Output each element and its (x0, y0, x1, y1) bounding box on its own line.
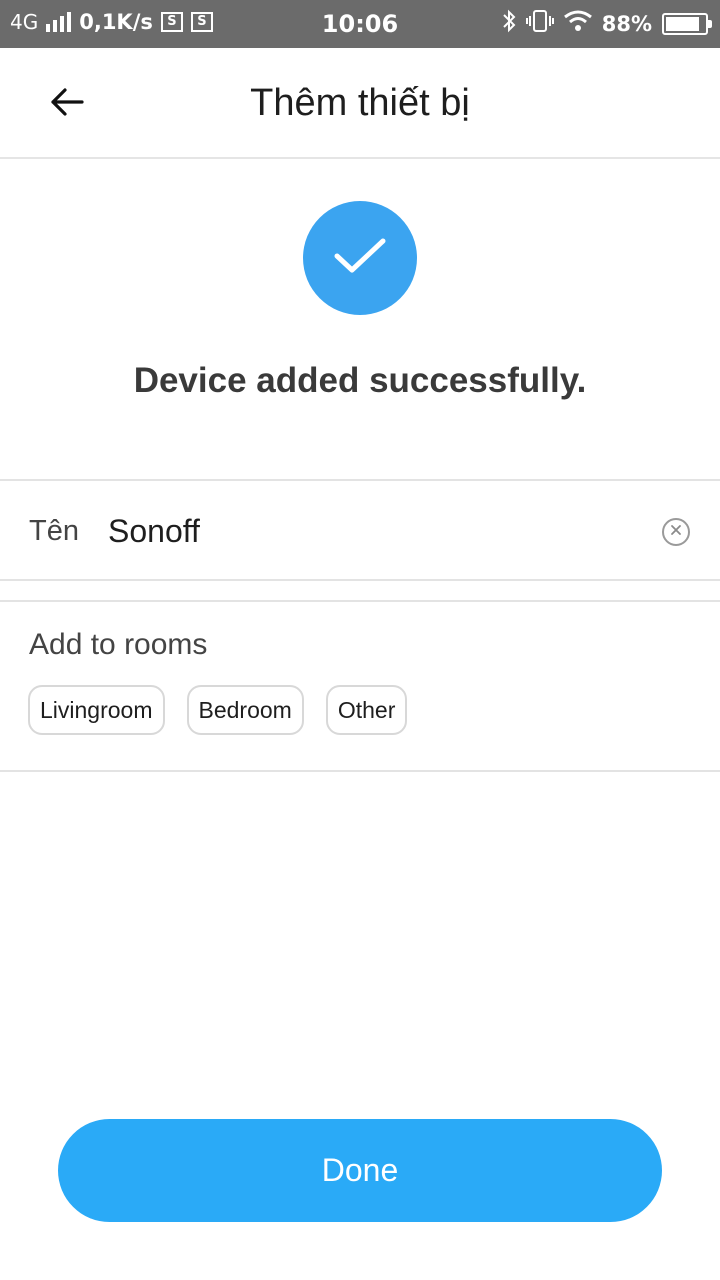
battery-fill (666, 16, 700, 31)
clear-name-button[interactable] (662, 518, 690, 546)
battery-percent: 88% (601, 11, 652, 36)
wifi-icon (563, 10, 592, 37)
battery-icon (662, 12, 712, 35)
checkmark-icon (333, 236, 387, 281)
bluetooth-icon (502, 9, 516, 38)
device-name-input[interactable] (108, 509, 638, 553)
success-badge (303, 201, 417, 315)
room-chip-bedroom[interactable]: Bedroom (186, 685, 304, 735)
clear-circle-icon (669, 523, 683, 542)
status-bar-right: 88% (502, 9, 712, 38)
app-header: Thêm thiết bị (0, 48, 720, 159)
success-message: Device added successfully. (133, 361, 587, 400)
room-chip-other[interactable]: Other (325, 685, 408, 735)
status-bar: 4G 0,1K/s S S 10:06 88% (0, 0, 720, 48)
page-title: Thêm thiết bị (250, 82, 470, 124)
rooms-section: Add to rooms Livingroom Bedroom Other (0, 600, 720, 772)
device-name-label: Tên (29, 515, 79, 547)
device-name-row: Tên (0, 479, 720, 581)
done-button[interactable]: Done (58, 1119, 662, 1222)
vibrate-icon (525, 9, 554, 38)
room-chips: Livingroom Bedroom Other (28, 685, 408, 735)
room-chip-livingroom[interactable]: Livingroom (28, 685, 165, 735)
rooms-title: Add to rooms (29, 628, 208, 661)
